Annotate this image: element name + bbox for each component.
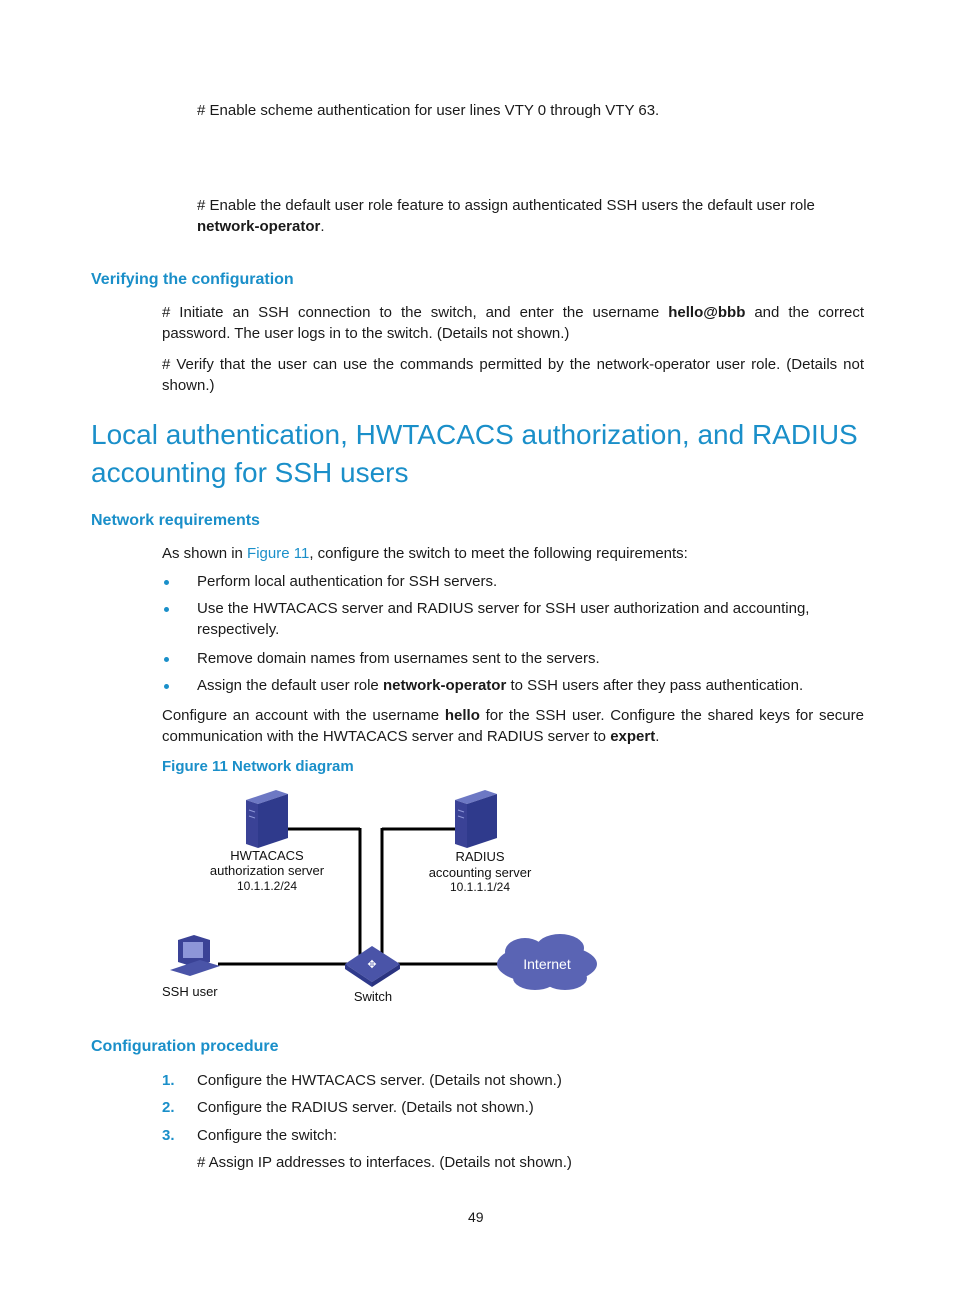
text: # Initiate an SSH connection to the swit… xyxy=(162,304,669,321)
text: to SSH users after they pass authenticat… xyxy=(506,677,804,694)
section-title: Local authentication, HWTACACS authoriza… xyxy=(91,419,858,488)
text: As shown in xyxy=(162,545,248,562)
intro-paragraph-2: # Enable the default user role feature t… xyxy=(197,195,857,237)
list-item: Assign the default user role network-ope… xyxy=(197,675,803,696)
bold-text: network-operator xyxy=(197,218,321,235)
step-sub-text: # Assign IP addresses to interfaces. (De… xyxy=(197,1154,572,1171)
figure-caption: Figure 11 Network diagram xyxy=(162,758,354,775)
step-text: Configure the HWTACACS server. (Details … xyxy=(197,1072,562,1089)
verify-paragraph-2: # Verify that the user can use the comma… xyxy=(162,356,864,394)
bullet-icon xyxy=(164,684,169,689)
radius-label: RADIUS xyxy=(455,849,504,864)
text: , configure the switch to meet the follo… xyxy=(309,545,688,562)
radius-server-icon xyxy=(455,790,497,848)
config-paragraph: Configure an account with the username h… xyxy=(162,705,864,747)
hwtacacs-server-icon xyxy=(246,790,288,848)
bold-text: hello xyxy=(444,707,480,724)
step-text: Configure the switch: xyxy=(197,1127,338,1144)
bold-text: expert xyxy=(610,728,656,745)
hwtacacs-label: HWTACACS xyxy=(230,848,304,863)
intro-paragraph-1: # Enable scheme authentication for user … xyxy=(197,102,660,119)
hwtacacs-ip: 10.1.1.2/24 xyxy=(237,879,297,893)
internet-label: Internet xyxy=(523,956,571,972)
text: Assign the default user role xyxy=(197,677,383,694)
step-number: 3. xyxy=(162,1127,175,1144)
figure-link[interactable]: Figure 11 xyxy=(247,545,309,562)
bold-text: hello@bbb xyxy=(668,304,746,321)
pc-icon xyxy=(170,935,220,976)
network-diagram: HWTACACS authorization server 10.1.1.2/2… xyxy=(162,790,597,1004)
page-number: 49 xyxy=(468,1209,484,1225)
list-item: Use the HWTACACS server and RADIUS serve… xyxy=(197,600,810,638)
verify-paragraph-1: # Initiate an SSH connection to the swit… xyxy=(162,302,864,344)
radius-role-label: accounting server xyxy=(429,865,532,880)
svg-text:✥: ✥ xyxy=(367,959,376,971)
heading-network-requirements: Network requirements xyxy=(91,512,260,529)
radius-ip: 10.1.1.1/24 xyxy=(450,880,510,894)
bullet-icon xyxy=(164,607,169,612)
step-number: 1. xyxy=(162,1072,175,1089)
hwtacacs-role-label: authorization server xyxy=(210,863,325,878)
heading-verifying: Verifying the configuration xyxy=(91,271,294,288)
text: # Enable the default user role feature t… xyxy=(197,197,815,214)
requirements-intro: As shown in Figure 11, configure the swi… xyxy=(162,543,688,564)
step-number: 2. xyxy=(162,1099,175,1116)
text: . xyxy=(320,218,325,235)
heading-configuration-procedure: Configuration procedure xyxy=(91,1038,279,1055)
list-item: Remove domain names from usernames sent … xyxy=(197,650,600,667)
ssh-user-label: SSH user xyxy=(162,984,218,999)
list-item: Perform local authentication for SSH ser… xyxy=(197,573,498,590)
bullet-icon xyxy=(164,580,169,585)
step-text: Configure the RADIUS server. (Details no… xyxy=(197,1099,534,1116)
bullet-icon xyxy=(164,657,169,662)
text: . xyxy=(655,728,660,745)
switch-label: Switch xyxy=(354,989,392,1004)
switch-icon: ✥ xyxy=(345,946,400,987)
text: Configure an account with the username xyxy=(162,707,445,724)
bold-text: network-operator xyxy=(382,677,507,694)
